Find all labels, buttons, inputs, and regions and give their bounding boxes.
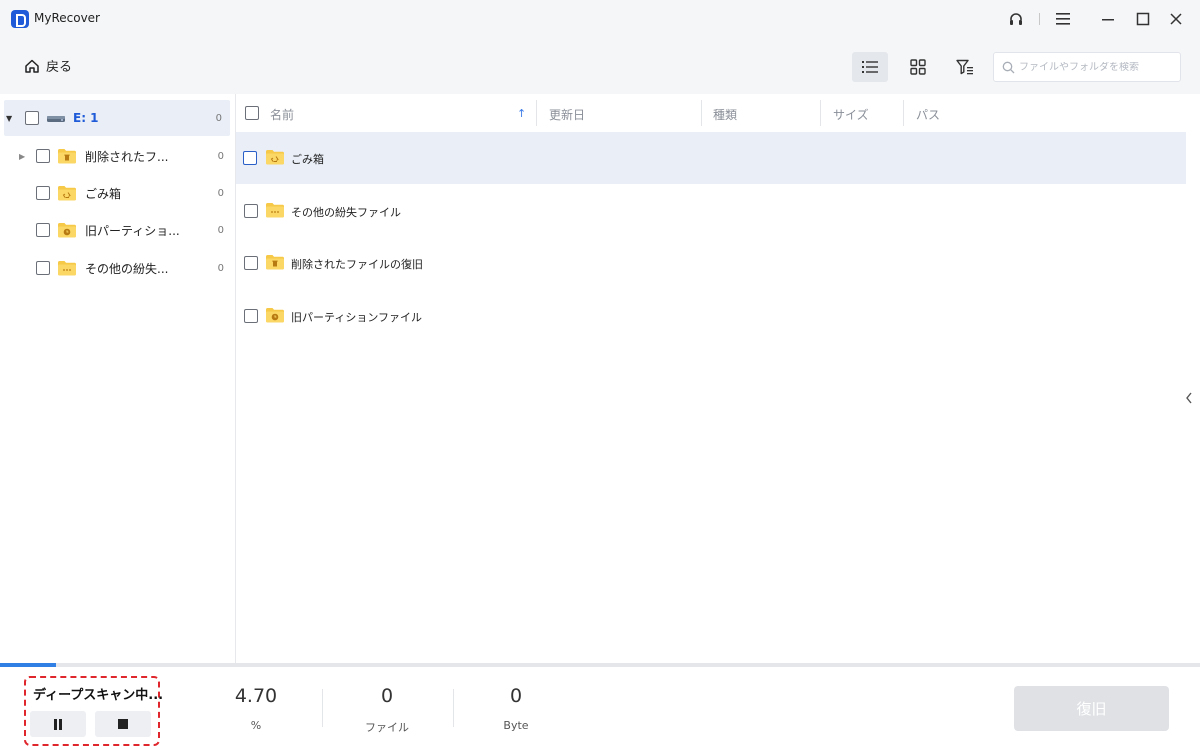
tree-checkbox[interactable]	[25, 111, 39, 125]
tree-item-count: 0	[217, 224, 224, 236]
pause-icon	[54, 718, 62, 730]
back-button[interactable]: 戻る	[24, 56, 72, 75]
stat-value: 0	[380, 685, 394, 707]
tree-item-count: 0	[217, 187, 224, 199]
close-icon[interactable]	[1165, 8, 1187, 30]
list-view-icon	[862, 61, 878, 73]
scan-status-label: ディープスキャン中...	[33, 688, 164, 703]
stat-files: 0 ファイル	[327, 685, 447, 735]
column-divider[interactable]	[701, 100, 702, 126]
stat-unit: Byte	[503, 719, 529, 732]
restore-button[interactable]: 復旧	[1014, 686, 1169, 731]
trash-folder-icon	[266, 255, 284, 270]
tree-item-count: 0	[215, 112, 222, 124]
row-name: 削除されたファイルの復旧	[291, 258, 423, 271]
column-divider[interactable]	[536, 100, 537, 126]
app-title: MyRecover	[34, 11, 100, 25]
row-name: 旧パーティションファイル	[291, 311, 423, 324]
home-icon	[25, 59, 39, 73]
tree-item-count: 0	[217, 150, 224, 162]
titlebar-divider	[1039, 13, 1040, 25]
folder-tree: ▼ E: 1 0 ▶ 削除されたフ... 0 ごみ箱 0 旧パーティショ... …	[0, 94, 236, 663]
grid-view-icon	[910, 59, 926, 75]
column-header-name[interactable]: 名前	[270, 106, 294, 123]
minimize-icon[interactable]	[1097, 8, 1119, 30]
tree-checkbox[interactable]	[36, 261, 50, 275]
search-input[interactable]	[1019, 61, 1179, 73]
recycle-folder-icon	[266, 150, 284, 165]
stat-divider	[322, 689, 323, 727]
status-bar: ディープスキャン中... 4.70 % 0 ファイル 0 Byte 復旧	[0, 667, 1200, 750]
select-all-checkbox[interactable]	[245, 106, 259, 120]
filter-icon	[956, 59, 973, 75]
toolbar: 戻る	[0, 38, 1200, 94]
table-row[interactable]: その他の紛失ファイル	[236, 185, 1186, 237]
stat-progress: 4.70 %	[196, 685, 316, 732]
column-header-size[interactable]: サイズ	[833, 106, 869, 123]
row-name: その他の紛失ファイル	[291, 206, 401, 219]
clock-folder-icon	[266, 308, 284, 323]
dots-folder-icon	[58, 261, 76, 276]
stat-unit: ファイル	[365, 721, 409, 734]
column-divider[interactable]	[903, 100, 904, 126]
stat-bytes: 0 Byte	[456, 685, 576, 732]
tree-item-label: ごみ箱	[85, 186, 122, 201]
row-checkbox[interactable]	[244, 256, 258, 270]
list-view-button[interactable]	[852, 52, 888, 82]
support-headset-icon[interactable]	[1005, 8, 1027, 30]
trash-folder-icon	[58, 149, 76, 164]
stat-unit: %	[250, 719, 262, 732]
tree-item-label: 旧パーティショ...	[85, 223, 180, 238]
stop-icon	[118, 719, 128, 729]
tree-checkbox[interactable]	[36, 223, 50, 237]
tree-item-label: E: 1	[73, 111, 99, 125]
row-checkbox[interactable]	[244, 204, 258, 218]
column-divider[interactable]	[820, 100, 821, 126]
stat-value: 0	[509, 685, 523, 707]
tree-item-drive[interactable]: ▼ E: 1 0	[4, 100, 230, 136]
back-label: 戻る	[46, 60, 73, 75]
tree-item-deleted-files[interactable]: ▶ 削除されたフ... 0	[0, 138, 236, 174]
column-header-path[interactable]: パス	[916, 106, 940, 123]
file-list: 名前 ↑ 更新日 種類 サイズ パス ごみ箱 その他の紛失ファイル 削除されたフ…	[236, 94, 1186, 663]
list-header: 名前 ↑ 更新日 種類 サイズ パス	[236, 94, 1186, 132]
sort-ascending-icon[interactable]: ↑	[517, 107, 526, 120]
tree-checkbox[interactable]	[36, 186, 50, 200]
tree-checkbox[interactable]	[36, 149, 50, 163]
row-name: ごみ箱	[291, 153, 324, 166]
menu-hamburger-icon[interactable]	[1052, 8, 1074, 30]
tree-item-recycle-bin[interactable]: ごみ箱 0	[0, 175, 236, 211]
table-row[interactable]: ごみ箱	[236, 132, 1186, 184]
grid-view-button[interactable]	[900, 52, 936, 82]
expand-triangle-icon[interactable]: ▶	[19, 152, 25, 161]
stat-divider	[453, 689, 454, 727]
collapse-panel-chevron-left-icon[interactable]	[1185, 392, 1193, 407]
column-header-modified[interactable]: 更新日	[549, 106, 585, 123]
recycle-folder-icon	[58, 186, 76, 201]
column-header-type[interactable]: 種類	[713, 106, 737, 123]
clock-folder-icon	[58, 223, 76, 238]
stop-button[interactable]	[95, 711, 151, 737]
tree-item-label: その他の紛失...	[85, 261, 169, 276]
row-checkbox[interactable]	[243, 151, 257, 165]
pause-button[interactable]	[30, 711, 86, 737]
tree-item-count: 0	[217, 262, 224, 274]
table-row[interactable]: 削除されたファイルの復旧	[236, 238, 1186, 290]
tree-item-label: 削除されたフ...	[85, 149, 169, 164]
expand-triangle-icon[interactable]: ▼	[6, 114, 12, 123]
title-bar: MyRecover	[0, 0, 1200, 38]
tree-item-other-lost[interactable]: その他の紛失... 0	[0, 250, 236, 286]
table-row[interactable]: 旧パーティションファイル	[236, 290, 1186, 342]
scan-control-panel: ディープスキャン中...	[24, 676, 164, 746]
filter-button[interactable]	[947, 52, 983, 82]
search-icon	[1002, 61, 1015, 73]
stat-value: 4.70	[234, 685, 278, 707]
maximize-icon[interactable]	[1132, 8, 1154, 30]
row-checkbox[interactable]	[244, 309, 258, 323]
drive-icon	[47, 116, 65, 122]
app-logo-icon	[11, 10, 29, 28]
tree-item-old-partition[interactable]: 旧パーティショ... 0	[0, 212, 236, 248]
search-box[interactable]	[993, 52, 1181, 82]
dots-folder-icon	[266, 203, 284, 218]
